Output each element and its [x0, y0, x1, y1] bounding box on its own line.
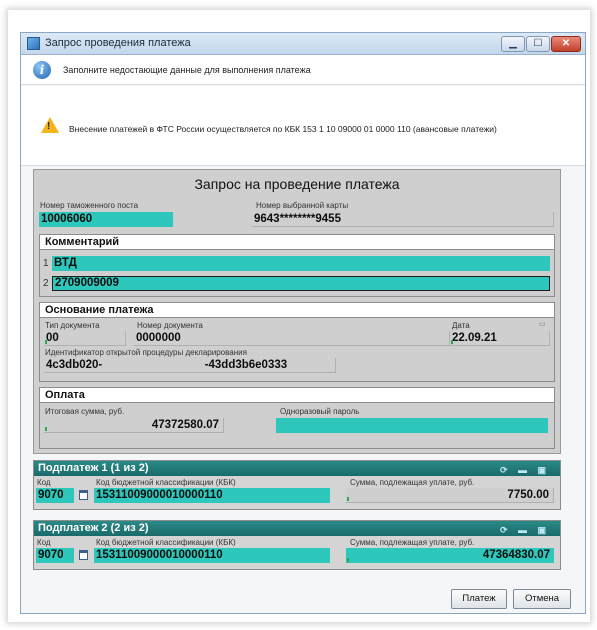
total-value: 47372580.07	[151, 419, 219, 431]
sum-field[interactable]: 47364830.07	[346, 548, 554, 563]
date-value: 22.09.21	[452, 332, 497, 344]
comment-row-number: 1	[43, 258, 49, 269]
comment-heading: Комментарий	[40, 235, 554, 250]
subpayment-2-title: Подплатеж 2 (2 из 2)	[38, 522, 149, 534]
total-label: Итоговая сумма, руб.	[45, 407, 125, 416]
subpayment-1-title: Подплатеж 1 (1 из 2)	[38, 462, 149, 474]
sum-label: Сумма, подлежащая уплате, руб.	[350, 478, 475, 487]
warning-banner: ! Внесение платежей в ФТС России осущест…	[21, 86, 585, 166]
date-field[interactable]: 22.09.21	[450, 331, 550, 346]
basis-heading: Основание платежа	[40, 303, 554, 318]
otp-label: Одноразовый пароль	[280, 407, 360, 416]
basis-section: Основание платежа Тип документа 00 Номер…	[39, 302, 555, 382]
comment-field-2[interactable]: 2709009009	[52, 276, 550, 291]
window-title: Запрос проведения платежа	[45, 37, 191, 49]
title-bar[interactable]: Запрос проведения платежа ▁ ☐ ✕	[21, 33, 585, 55]
code-field[interactable]: 9070	[36, 488, 74, 503]
form-title: Запрос на проведение платежа	[194, 176, 400, 192]
sum-value: 7750.00	[507, 489, 549, 501]
valid-mark-icon	[451, 340, 455, 344]
payment-request-window: Запрос проведения платежа ▁ ☐ ✕ i Заполн…	[20, 32, 586, 614]
doc-type-label: Тип документа	[45, 321, 100, 330]
kbk-label: Код бюджетной классификации (КБК)	[96, 538, 236, 547]
total-field[interactable]: 47372580.07	[44, 418, 224, 433]
customs-post-label: Номер таможенного поста	[40, 201, 139, 210]
close-button[interactable]: ✕	[551, 36, 581, 52]
comment-section: Комментарий 1 ВТД 2 2709009009	[39, 234, 555, 297]
minimize-button[interactable]: ▁	[501, 36, 525, 52]
kbk-field[interactable]: 15311009000010000110	[94, 488, 330, 503]
sum-label: Сумма, подлежащая уплате, руб.	[350, 538, 475, 547]
doc-type-field[interactable]: 00	[44, 331, 126, 346]
subpayment-1-actions-icon[interactable]: ⟳ ▬ ▣	[500, 463, 550, 478]
payment-section: Оплата Итоговая сумма, руб. 47372580.07 …	[39, 387, 555, 449]
code-field[interactable]: 9070	[36, 548, 74, 563]
warning-icon-mark: !	[47, 121, 51, 132]
cancel-button[interactable]: Отмена	[513, 589, 571, 609]
card-field[interactable]: 9643********9455	[252, 212, 554, 227]
procedure-value-start: 4c3db020-	[46, 359, 103, 371]
payment-heading: Оплата	[40, 388, 554, 403]
procedure-value-end: -43dd3b6e0333	[204, 359, 288, 371]
code-label: Код	[37, 478, 51, 487]
calendar-icon[interactable]: ▭	[539, 320, 546, 328]
info-icon: i	[33, 61, 51, 79]
code-label: Код	[37, 538, 51, 547]
customs-post-field[interactable]: 10006060	[39, 212, 173, 227]
procedure-label: Идентификатор открытой процедуры деклари…	[45, 348, 247, 357]
subpayment-2-actions-icon[interactable]: ⟳ ▬ ▣	[500, 523, 550, 538]
warning-text: Внесение платежей в ФТС России осуществл…	[69, 124, 497, 134]
sum-field[interactable]: 7750.00	[346, 488, 554, 503]
valid-mark-icon	[45, 427, 49, 431]
date-label: Дата	[452, 321, 470, 330]
subpayment-1-heading[interactable]: Подплатеж 1 (1 из 2) ⟳ ▬ ▣	[34, 461, 560, 476]
pay-button[interactable]: Платеж	[451, 589, 507, 609]
doc-number-field[interactable]: 0000000	[134, 331, 450, 346]
procedure-field[interactable]: 4c3db020- -43dd3b6e0333	[44, 358, 336, 373]
subpayment-1: Подплатеж 1 (1 из 2) ⟳ ▬ ▣ Код 9070 Код …	[33, 460, 561, 510]
comment-row-number: 2	[43, 278, 49, 289]
directory-icon[interactable]	[79, 550, 88, 560]
maximize-button[interactable]: ☐	[526, 36, 550, 52]
app-icon	[27, 37, 40, 50]
valid-mark-icon	[347, 558, 351, 562]
otp-field[interactable]	[276, 418, 548, 433]
kbk-label: Код бюджетной классификации (КБК)	[96, 478, 236, 487]
doc-number-label: Номер документа	[137, 321, 203, 330]
card-label: Номер выбранной карты	[256, 201, 349, 210]
payment-form: Запрос на проведение платежа Номер тамож…	[33, 169, 561, 454]
sum-value: 47364830.07	[482, 549, 550, 561]
info-banner: i Заполните недостающие данные для выпол…	[21, 55, 585, 85]
subpayment-2-heading[interactable]: Подплатеж 2 (2 из 2) ⟳ ▬ ▣	[34, 521, 560, 536]
kbk-field[interactable]: 15311009000010000110	[94, 548, 330, 563]
valid-mark-icon	[45, 340, 49, 344]
valid-mark-icon	[347, 497, 351, 501]
directory-icon[interactable]	[79, 490, 88, 500]
comment-field-1[interactable]: ВТД	[52, 256, 550, 271]
subpayment-2: Подплатеж 2 (2 из 2) ⟳ ▬ ▣ Код 9070 Код …	[33, 520, 561, 570]
info-text: Заполните недостающие данные для выполне…	[63, 65, 311, 75]
